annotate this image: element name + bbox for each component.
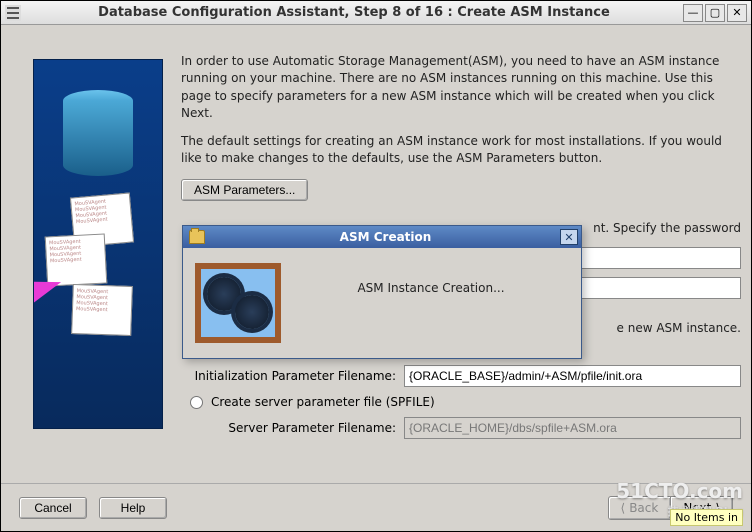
spfile-input: [404, 417, 741, 439]
main-panel: In order to use Automatic Storage Manage…: [181, 53, 741, 201]
help-button[interactable]: Help: [99, 497, 167, 519]
app-menu-icon[interactable]: [5, 5, 21, 21]
new-asm-fragment: e new ASM instance.: [617, 321, 741, 335]
intro-paragraph-1: In order to use Automatic Storage Manage…: [181, 53, 741, 123]
intro-paragraph-2: The default settings for creating an ASM…: [181, 133, 741, 168]
document-icon: MouSVAgent MouSVAgent MouSVAgent MouSVAg…: [71, 284, 133, 336]
spfile-label: Server Parameter Filename:: [181, 421, 396, 435]
wizard-sidebar: MouSVAgent MouSVAgent MouSVAgent MouSVAg…: [33, 59, 163, 429]
dialog-title: ASM Creation: [211, 230, 560, 244]
main-window: Database Configuration Assistant, Step 8…: [0, 0, 752, 532]
sidebar-illustration: MouSVAgent MouSVAgent MouSVAgent MouSVAg…: [34, 60, 162, 428]
status-tooltip: No Items in: [670, 509, 743, 526]
dialog-close-button[interactable]: ✕: [560, 229, 578, 245]
sys-password-input[interactable]: [561, 247, 741, 269]
titlebar: Database Configuration Assistant, Step 8…: [1, 1, 751, 25]
dialog-body: ASM Instance Creation...: [183, 248, 581, 358]
password-prompt-fragment: nt. Specify the password: [593, 221, 741, 235]
folder-icon: [189, 230, 205, 244]
minimize-button[interactable]: —: [683, 4, 703, 22]
dialog-message: ASM Instance Creation...: [293, 281, 569, 295]
maximize-button[interactable]: ▢: [705, 4, 725, 22]
confirm-password-input[interactable]: [561, 277, 741, 299]
back-button[interactable]: ⟨ Back: [608, 496, 672, 520]
cancel-button[interactable]: Cancel: [19, 497, 87, 519]
init-file-label: Initialization Parameter Filename:: [181, 369, 396, 383]
dialog-titlebar: ASM Creation ✕: [183, 226, 581, 248]
window-title: Database Configuration Assistant, Step 8…: [27, 5, 681, 20]
spfile-radio-label: Create server parameter file (SPFILE): [211, 395, 435, 409]
spfile-radio[interactable]: [190, 396, 203, 409]
spfile-radio-row: Create server parameter file (SPFILE): [181, 395, 741, 409]
parameter-form: Initialization Parameter Filename: Creat…: [181, 365, 741, 447]
back-label: Back: [629, 501, 658, 515]
asm-creation-dialog: ASM Creation ✕ ASM Instance Creation...: [182, 225, 582, 359]
close-button[interactable]: ✕: [727, 4, 747, 22]
init-file-input[interactable]: [404, 365, 741, 387]
content-area: MouSVAgent MouSVAgent MouSVAgent MouSVAg…: [1, 25, 751, 531]
chevron-left-icon: ⟨: [621, 501, 626, 515]
asm-parameters-button[interactable]: ASM Parameters...: [181, 179, 308, 201]
spfile-row: Server Parameter Filename:: [181, 417, 741, 439]
database-icon: [63, 90, 133, 185]
init-file-row: Initialization Parameter Filename:: [181, 365, 741, 387]
password-fields: [561, 247, 741, 299]
wizard-button-bar: Cancel Help ⟨ Back Next ⟩: [1, 483, 751, 531]
gears-icon: [195, 263, 281, 343]
